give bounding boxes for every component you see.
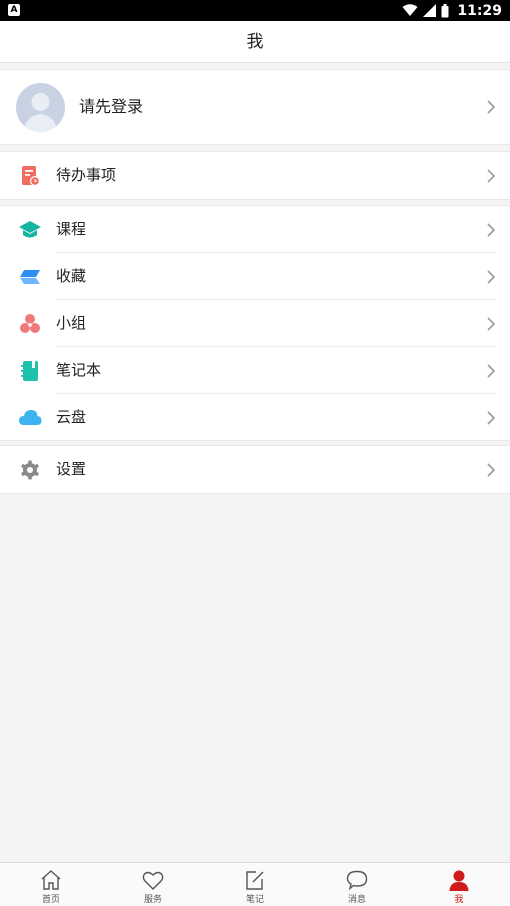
menu-item-notebook[interactable]: 笔记本 [0,347,510,394]
menu-item-label: 课程 [56,220,87,238]
tab-label: 首页 [41,895,60,905]
tab-label: 服务 [143,895,162,905]
menu-item-favorites[interactable]: 收藏 [0,253,510,300]
tab-me[interactable]: 我 [408,863,510,906]
chevron-right-icon [487,100,496,114]
title-bar: 我 [0,21,510,63]
avatar [16,83,65,132]
notification-badge-icon: A [8,4,20,16]
menu-item-label: 待办事项 [56,166,117,184]
status-bar: A 11:29 [0,0,510,21]
login-prompt: 请先登录 [79,97,144,116]
graduation-cap-icon [19,221,41,238]
tab-label: 消息 [347,895,366,905]
tab-label: 笔记 [245,895,264,905]
wifi-icon [402,4,418,16]
tab-notes[interactable]: 笔记 [204,863,306,906]
chevron-right-icon [487,168,496,183]
bottom-tab-bar: 首页 服务 笔记 消息 我 [0,862,510,906]
menu-item-settings[interactable]: 设置 [0,446,510,493]
chevron-right-icon [487,462,496,477]
home-icon [41,870,61,890]
tab-home[interactable]: 首页 [0,863,102,906]
page-title: 我 [246,32,264,52]
battery-icon [441,3,449,17]
chat-bubble-icon [346,870,368,891]
menu-item-label: 收藏 [56,267,87,285]
chevron-right-icon [487,269,496,284]
settings-section: 设置 [0,445,510,494]
tab-messages[interactable]: 消息 [306,863,408,906]
main-menu: 课程 收藏 小组 笔记本 云盘 [0,205,510,441]
chevron-right-icon [487,316,496,331]
menu-item-label: 云盘 [56,408,87,426]
favorites-icon [20,270,40,284]
chevron-right-icon [487,410,496,425]
clock: 11:29 [457,2,502,19]
menu-item-todo[interactable]: 待办事项 [0,152,510,199]
menu-item-label: 设置 [56,460,87,478]
signal-icon [423,4,437,17]
person-icon [449,870,469,891]
menu-item-label: 笔记本 [56,361,102,379]
tab-services[interactable]: 服务 [102,863,204,906]
menu-item-cloud-drive[interactable]: 云盘 [0,394,510,441]
gear-icon [21,460,39,480]
menu-item-courses[interactable]: 课程 [0,206,510,253]
tab-label: 我 [454,895,464,905]
edit-icon [246,871,264,890]
todo-icon [22,166,40,186]
chevron-right-icon [487,222,496,237]
heart-icon [142,871,164,890]
menu-item-groups[interactable]: 小组 [0,300,510,347]
todo-section: 待办事项 [0,151,510,200]
group-icon [20,314,40,333]
menu-item-label: 小组 [56,314,87,332]
profile-login-row[interactable]: 请先登录 [0,69,510,145]
cloud-icon [19,410,42,425]
notebook-icon [21,361,38,381]
chevron-right-icon [487,363,496,378]
